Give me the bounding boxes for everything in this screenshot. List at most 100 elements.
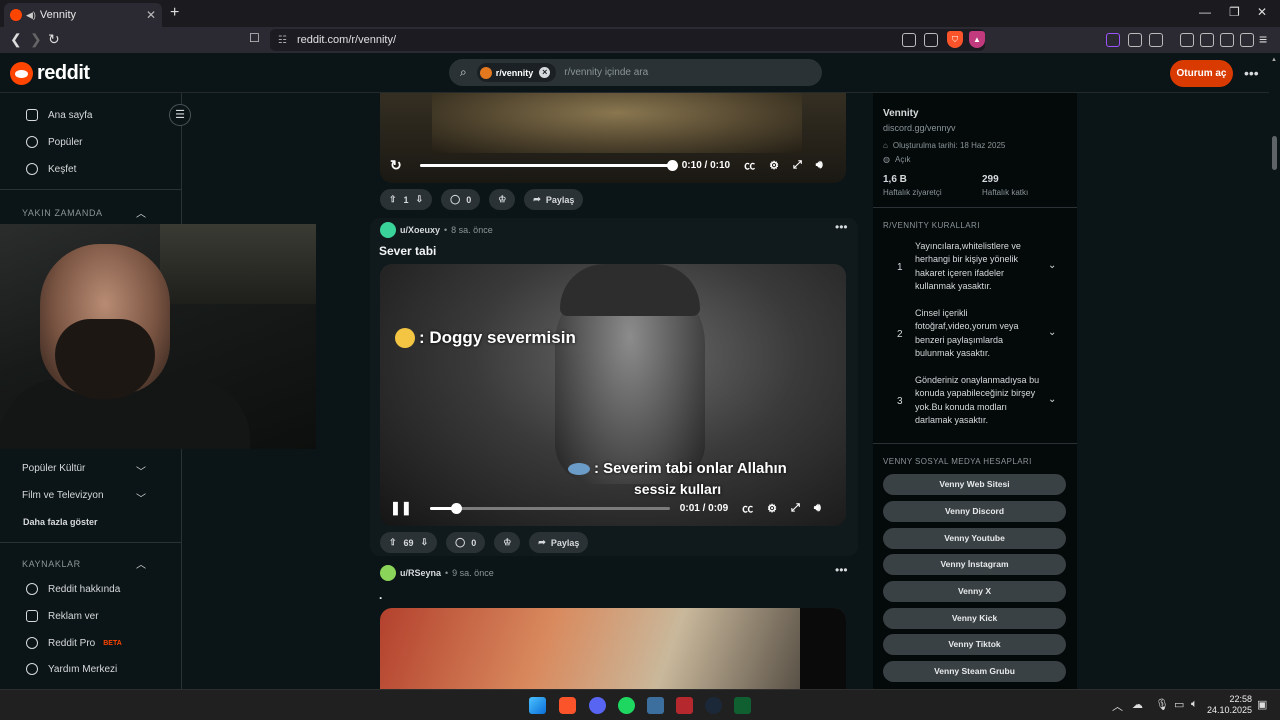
show-more-link[interactable]: Daha fazla göster	[23, 517, 98, 527]
chevron-down-icon[interactable]: ⌄	[1048, 260, 1056, 271]
nav-explore[interactable]: Keşfet	[26, 163, 76, 175]
cast-icon[interactable]	[902, 33, 916, 47]
stream-app-icon[interactable]	[676, 697, 693, 714]
close-tab-icon[interactable]: ✕	[146, 8, 156, 22]
puzzle-icon[interactable]	[1128, 33, 1142, 47]
search-bar[interactable]: ⌕ r/vennity × r/vennity içinde ara	[449, 59, 822, 86]
leo-ai-icon[interactable]	[1220, 33, 1234, 47]
post-title[interactable]: .	[379, 588, 382, 602]
social-button-steam[interactable]: Venny Steam Grubu	[883, 661, 1066, 682]
chevron-down-icon[interactable]: ⌄	[1048, 327, 1056, 338]
wallet-icon[interactable]	[1200, 33, 1214, 47]
scrollbar-thumb[interactable]	[1272, 136, 1277, 170]
captions-icon[interactable]: ㏄	[744, 157, 755, 173]
social-button-tiktok[interactable]: Venny Tiktok	[883, 634, 1066, 655]
rule-item[interactable]: 1 Yayıncılara,whitelistlere ve herhangi …	[883, 240, 1067, 300]
social-button-x[interactable]: Venny X	[883, 581, 1066, 602]
settings-gear-icon[interactable]: ⚙	[769, 159, 779, 172]
post-video-3[interactable]	[380, 608, 846, 689]
downvote-icon[interactable]: ⇩	[421, 537, 429, 548]
topic-film-tv[interactable]: Film ve Televizyon	[22, 490, 104, 501]
upvote-icon[interactable]: ⇧	[389, 194, 397, 205]
restore-button[interactable]: ❐	[1229, 5, 1240, 19]
social-button-instagram[interactable]: Venny İnstagram	[883, 554, 1066, 575]
reload-icon[interactable]: ↻	[48, 31, 60, 48]
post-title[interactable]: Sever tabi	[379, 244, 436, 258]
search-input[interactable]: r/vennity içinde ara	[564, 67, 648, 78]
window-close-button[interactable]: ✕	[1257, 5, 1267, 19]
comments-button[interactable]: ◯ 0	[441, 189, 481, 210]
brave-browser-icon[interactable]	[559, 697, 576, 714]
post-options-icon[interactable]: •••	[835, 220, 848, 234]
steam-icon[interactable]	[705, 697, 722, 714]
share-button[interactable]: ➦ Paylaş	[524, 189, 584, 210]
tray-chevron-icon[interactable]: ︿	[1112, 698, 1123, 714]
topic-pop-culture[interactable]: Popüler Kültür	[22, 463, 85, 474]
page-scrollbar[interactable]: ▲	[1269, 53, 1280, 689]
share-page-icon[interactable]	[924, 33, 938, 47]
taskbar-clock[interactable]: 22:58 24.10.2025	[1205, 694, 1252, 716]
post-options-icon[interactable]: •••	[835, 563, 848, 577]
site-info-icon[interactable]: ☷	[278, 35, 287, 46]
bookmark-icon[interactable]: ☐	[249, 31, 260, 45]
onedrive-icon[interactable]: ☁	[1132, 698, 1143, 711]
resource-pro[interactable]: Reddit Pro BETA	[26, 637, 122, 649]
back-icon[interactable]: ❮	[10, 31, 22, 48]
community-link[interactable]: discord.gg/vennyv	[883, 123, 956, 133]
brave-shield-icon[interactable]: ⛉	[947, 31, 963, 48]
forward-icon[interactable]: ❯	[30, 31, 42, 48]
microphone-icon[interactable]: 🎙︎	[1155, 698, 1169, 711]
social-button-youtube[interactable]: Venny Youtube	[883, 528, 1066, 549]
post-video-1[interactable]: ↻ 0:10 / 0:10 ㏄ ⚙ ⤢ 🔊︎	[380, 93, 846, 183]
app-icon[interactable]	[647, 697, 664, 714]
vpn-icon[interactable]	[1240, 33, 1254, 47]
fullscreen-icon[interactable]: ⤢	[791, 502, 800, 515]
sidebar-toggle-icon[interactable]	[1149, 33, 1163, 47]
resource-about[interactable]: Reddit hakkında	[26, 583, 120, 595]
rule-item[interactable]: 2 Cinsel içerikli fotoğraf,video,yorum v…	[883, 307, 1067, 367]
rule-item[interactable]: 3 Gönderiniz onaylanmadıysa bu konuda ya…	[883, 374, 1067, 434]
minimize-button[interactable]: —	[1199, 5, 1211, 19]
volume-tray-icon[interactable]: 🔈︎	[1191, 698, 1198, 711]
chevron-up-icon[interactable]: ︿	[136, 205, 146, 220]
chevron-down-icon[interactable]: ⌄	[1048, 394, 1056, 405]
pause-icon[interactable]: ❚❚	[390, 500, 412, 516]
speaker-icon[interactable]: ◀)	[26, 10, 36, 21]
replay-icon[interactable]: ↻	[390, 157, 402, 174]
chevron-up-icon[interactable]: ︿	[136, 556, 146, 571]
avatar[interactable]	[380, 565, 396, 581]
volume-icon[interactable]: 🔊︎	[816, 159, 823, 172]
volume-icon[interactable]: 🔊︎	[814, 502, 821, 515]
login-button[interactable]: Oturum aç	[1170, 60, 1233, 87]
avatar[interactable]	[380, 222, 396, 238]
notification-icon[interactable]: ▣	[1257, 698, 1267, 711]
award-button[interactable]: ♔	[489, 189, 516, 210]
resource-help[interactable]: Yardım Merkezi	[26, 663, 117, 675]
spotify-icon[interactable]	[618, 697, 635, 714]
video-progress-track[interactable]	[429, 502, 670, 514]
comments-button[interactable]: ◯ 0	[446, 532, 486, 553]
chevron-down-icon[interactable]: ﹀	[136, 490, 146, 505]
share-button[interactable]: ➦ Paylaş	[529, 532, 589, 553]
nav-home[interactable]: Ana sayfa	[26, 109, 92, 121]
browser-menu-icon[interactable]: ≡	[1259, 31, 1267, 47]
more-options-icon[interactable]: •••	[1244, 65, 1259, 81]
collapse-nav-button[interactable]: ☰	[169, 104, 191, 126]
network-icon[interactable]: ▭	[1174, 698, 1184, 711]
app-icon[interactable]	[734, 697, 751, 714]
resources-header[interactable]: KAYNAKLAR	[22, 559, 81, 569]
social-button-kick[interactable]: Venny Kick	[883, 608, 1066, 629]
windows-start-icon[interactable]	[529, 697, 546, 714]
new-tab-button[interactable]: +	[170, 4, 179, 22]
post-video-2[interactable]: : Doggy severmisin : Severim tabi onlar …	[380, 264, 846, 526]
nav-popular[interactable]: Popüler	[26, 136, 82, 148]
reddit-logo[interactable]: reddit	[10, 62, 90, 85]
post-author[interactable]: u/Xoeuxy	[400, 225, 440, 235]
social-button-website[interactable]: Venny Web Sitesi	[883, 474, 1066, 495]
fullscreen-icon[interactable]: ⤢	[793, 159, 802, 172]
scroll-up-icon[interactable]: ▲	[1271, 57, 1277, 63]
extension-icon[interactable]	[1106, 33, 1120, 47]
upvote-icon[interactable]: ⇧	[389, 537, 397, 548]
search-community-chip[interactable]: r/vennity ×	[476, 63, 557, 82]
recent-header[interactable]: YAKIN ZAMANDA	[22, 208, 103, 218]
